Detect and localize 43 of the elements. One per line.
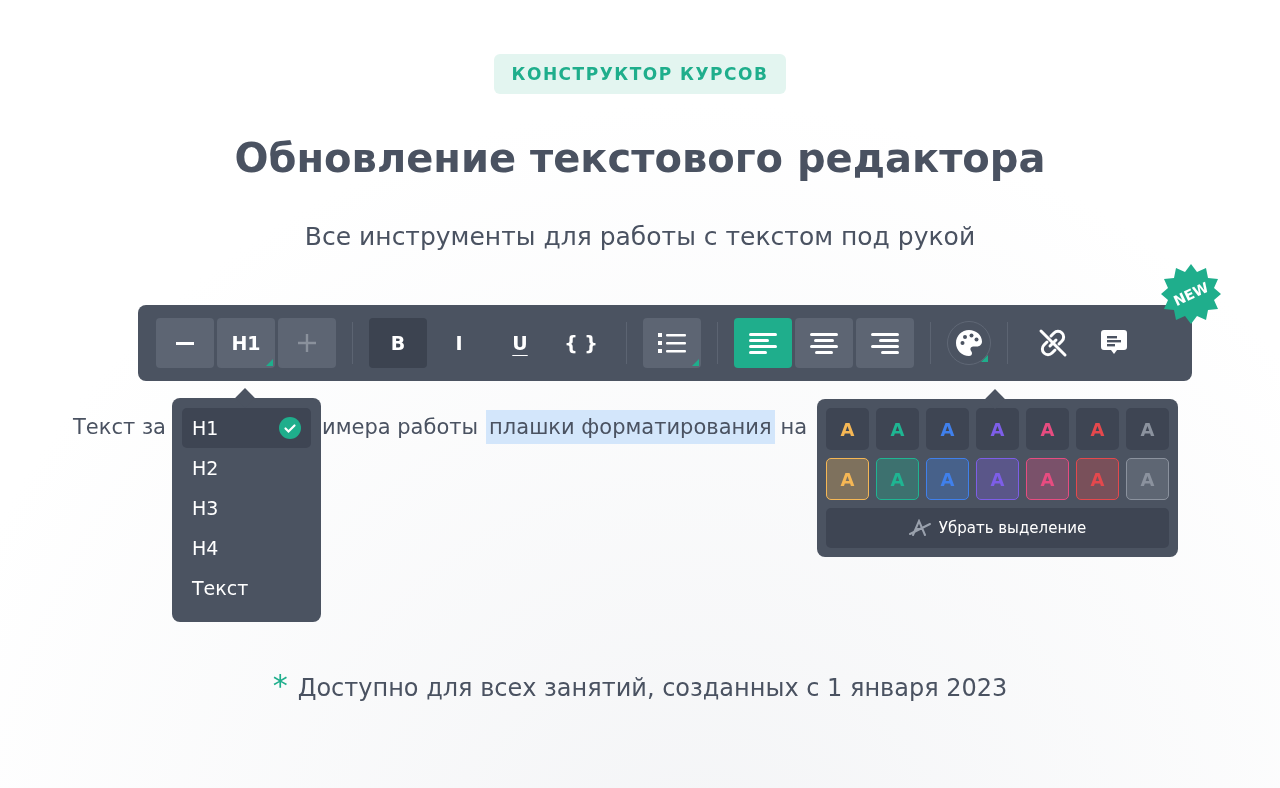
format-button[interactable]: H1 xyxy=(217,318,275,368)
footnote-mark: * xyxy=(272,669,288,703)
align-right-icon xyxy=(871,332,899,354)
list-button[interactable] xyxy=(643,318,701,368)
footnote-text: Доступно для всех занятий, созданных с 1 января 2023 xyxy=(297,673,1008,704)
highlight-swatch[interactable]: A xyxy=(826,458,869,500)
text-color-swatch[interactable]: A xyxy=(1126,408,1169,450)
unlink-icon xyxy=(1038,328,1068,358)
heading-option[interactable]: H3 xyxy=(182,488,311,528)
sample-text: имера работы xyxy=(322,414,479,441)
heading-option[interactable]: H2 xyxy=(182,448,311,488)
format-button[interactable]: { } xyxy=(552,318,610,368)
palette-icon xyxy=(955,329,983,357)
sample-text: на xyxy=(780,414,808,441)
minus-icon xyxy=(176,341,194,345)
clear-highlight-button[interactable]: Убрать выделение xyxy=(826,508,1169,548)
highlighted-text: плашки форматирования xyxy=(486,410,775,444)
text-color-swatch[interactable]: A xyxy=(926,408,969,450)
text-color-swatch[interactable]: A xyxy=(976,408,1019,450)
clear-format-icon xyxy=(908,519,931,537)
heading-option[interactable]: H1 xyxy=(182,408,311,448)
align-center-button[interactable] xyxy=(795,318,853,368)
align-right-button[interactable] xyxy=(856,318,914,368)
align-left-icon xyxy=(749,332,777,354)
heading-option[interactable]: H4 xyxy=(182,528,311,568)
page-title: Обновление текстового редактора xyxy=(234,134,1046,183)
plus-icon xyxy=(298,334,316,352)
format-button[interactable]: I xyxy=(430,318,488,368)
underline-button[interactable]: U xyxy=(491,318,549,368)
text-color-swatch[interactable]: A xyxy=(876,408,919,450)
heading-option[interactable]: Текст xyxy=(182,568,311,608)
category-badge: КОНСТРУКТОР КУРСОВ xyxy=(493,54,787,94)
text-color-swatch[interactable]: A xyxy=(1026,408,1069,450)
text-color-swatch[interactable]: A xyxy=(826,408,869,450)
page-subtitle: Все инструменты для работы с текстом под рукой xyxy=(304,221,976,253)
align-left-button[interactable] xyxy=(734,318,792,368)
list-icon xyxy=(658,332,686,354)
sample-text: Текст за xyxy=(73,414,167,441)
check-icon xyxy=(279,417,301,439)
align-center-icon xyxy=(810,332,838,354)
format-button[interactable]: B xyxy=(369,318,427,368)
highlight-swatch[interactable]: A xyxy=(876,458,919,500)
text-color-swatch[interactable]: A xyxy=(1076,408,1119,450)
